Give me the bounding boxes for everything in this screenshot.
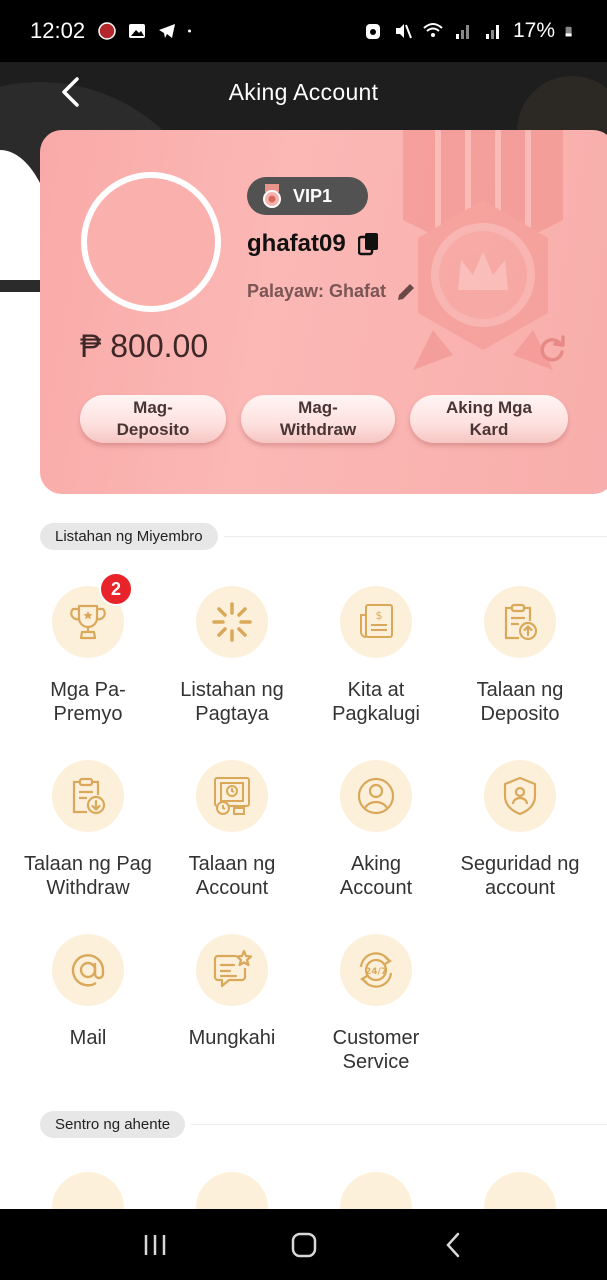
vip-level: VIP1 bbox=[293, 185, 333, 206]
status-time: 12:02 bbox=[30, 18, 86, 43]
divider bbox=[223, 536, 607, 537]
back-arrow-icon bbox=[445, 1232, 459, 1257]
nickname-row: Palayaw: Ghafat bbox=[247, 281, 416, 302]
menu-item-label: Talaan ng Account bbox=[188, 853, 276, 899]
members-section-header: Listahan ng Miyembro bbox=[40, 523, 607, 550]
wifi-icon bbox=[423, 23, 443, 37]
icon-circle bbox=[52, 934, 124, 1006]
menu-item-mail[interactable]: Mail bbox=[16, 934, 160, 1108]
user-icon bbox=[357, 777, 395, 815]
icon-circle bbox=[196, 760, 268, 832]
navigation-bar: Aking Account bbox=[0, 62, 607, 122]
menu-item-label: Seguridad ng account bbox=[460, 853, 580, 899]
menu-item-label: Talaan ng Pag Withdraw bbox=[24, 853, 152, 899]
card-actions: Mag- Deposito Mag- Withdraw Aking Mga Ka… bbox=[80, 395, 568, 443]
agent-section-header: Sentro ng ahente bbox=[40, 1111, 607, 1138]
shield-user-icon bbox=[503, 776, 537, 816]
account-card: VIP1 ghafat09 Palayaw: Ghafat ₱ 800.00 M… bbox=[40, 130, 607, 494]
members-grid: 2 Mga Pa- Premyo Listahan ng Pagtaya $ K… bbox=[16, 572, 592, 1108]
alarm-icon bbox=[365, 24, 380, 39]
clipboard-download-icon bbox=[72, 777, 106, 815]
home-button[interactable] bbox=[279, 1220, 329, 1270]
icon-circle bbox=[52, 760, 124, 832]
username-row: ghafat09 bbox=[247, 230, 380, 258]
copy-icon[interactable] bbox=[357, 232, 380, 256]
system-back-button[interactable] bbox=[428, 1220, 478, 1270]
avatar[interactable] bbox=[81, 172, 221, 312]
page-title: Aking Account bbox=[228, 78, 379, 105]
svg-text:$: $ bbox=[376, 609, 383, 622]
menu-item-feedback[interactable]: Mungkahi bbox=[160, 934, 304, 1108]
app-icon bbox=[98, 22, 116, 40]
gallery-icon bbox=[129, 24, 146, 38]
battery-icon bbox=[565, 26, 572, 37]
status-bar: 12:02 17% bbox=[0, 0, 607, 62]
sparkle-icon bbox=[212, 602, 252, 642]
icon-circle: 24/7 bbox=[340, 934, 412, 1006]
icon-circle bbox=[340, 760, 412, 832]
menu-item-rewards[interactable]: 2 Mga Pa- Premyo bbox=[16, 572, 160, 760]
balance: ₱ 800.00 bbox=[80, 328, 209, 364]
medal-watermark-icon bbox=[403, 130, 563, 370]
menu-item-deposit-record[interactable]: Talaan ng Deposito bbox=[448, 586, 592, 760]
recent-apps-icon bbox=[144, 1234, 165, 1255]
notification-icons bbox=[97, 21, 197, 41]
refresh-icon[interactable] bbox=[537, 335, 567, 365]
menu-item-profit-loss[interactable]: $ Kita at Pagkalugi bbox=[304, 586, 448, 760]
telegram-icon bbox=[159, 24, 176, 38]
account-record-icon bbox=[214, 777, 250, 815]
nickname: Palayaw: Ghafat bbox=[247, 281, 387, 301]
back-button[interactable] bbox=[52, 74, 88, 110]
my-cards-button[interactable]: Aking Mga Kard bbox=[410, 395, 568, 443]
at-sign-icon bbox=[71, 954, 105, 987]
recent-apps-button[interactable] bbox=[130, 1220, 180, 1270]
trophy-icon bbox=[70, 604, 106, 640]
menu-item-my-account[interactable]: Aking Account bbox=[304, 760, 448, 934]
battery-percent: 17% bbox=[512, 19, 555, 42]
menu-item-label: Kita at Pagkalugi bbox=[332, 679, 420, 725]
vip-badge[interactable]: VIP1 bbox=[247, 177, 368, 215]
menu-item-withdraw-record[interactable]: Talaan ng Pag Withdraw bbox=[16, 760, 160, 934]
receipt-icon: $ bbox=[360, 604, 393, 638]
vip-medal-icon bbox=[263, 184, 281, 208]
icon-circle bbox=[484, 586, 556, 658]
section-title: Listahan ng Miyembro bbox=[40, 523, 218, 550]
icon-circle bbox=[196, 586, 268, 658]
withdraw-button[interactable]: Mag- Withdraw bbox=[241, 395, 395, 443]
menu-item-label: Aking Account bbox=[339, 853, 413, 899]
clipboard-upload-icon bbox=[504, 603, 538, 641]
mute-icon bbox=[395, 24, 412, 39]
signal-icon bbox=[455, 25, 469, 39]
system-status: 17% bbox=[363, 19, 577, 43]
username: ghafat09 bbox=[247, 230, 346, 257]
icon-circle bbox=[196, 934, 268, 1006]
section-title: Sentro ng ahente bbox=[40, 1111, 186, 1138]
signal-icon bbox=[485, 25, 499, 39]
support-24-7-icon: 24/7 bbox=[359, 952, 393, 988]
icon-circle bbox=[484, 760, 556, 832]
menu-item-label: Listahan ng Pagtaya bbox=[180, 679, 284, 725]
menu-item-label: Talaan ng Deposito bbox=[476, 679, 564, 725]
menu-item-label: Mungkahi bbox=[188, 1027, 276, 1049]
menu-item-account-record[interactable]: Talaan ng Account bbox=[160, 760, 304, 934]
menu-item-bet-list[interactable]: Listahan ng Pagtaya bbox=[160, 586, 304, 760]
icon-circle: $ bbox=[340, 586, 412, 658]
chevron-left-icon bbox=[62, 77, 79, 107]
menu-item-account-security[interactable]: Seguridad ng account bbox=[448, 760, 592, 934]
divider bbox=[191, 1124, 607, 1125]
menu-item-customer-service[interactable]: 24/7 Customer Service bbox=[304, 934, 448, 1108]
edit-pencil-icon[interactable] bbox=[396, 282, 416, 302]
deposit-button[interactable]: Mag- Deposito bbox=[80, 395, 226, 443]
feedback-icon bbox=[213, 949, 253, 988]
menu-item-label: Customer Service bbox=[332, 1027, 420, 1073]
menu-item-label: Mga Pa- Premyo bbox=[50, 679, 126, 725]
dot-icon bbox=[188, 29, 192, 33]
notification-badge: 2 bbox=[99, 572, 133, 606]
home-icon bbox=[291, 1232, 316, 1257]
svg-text:24/7: 24/7 bbox=[365, 967, 387, 977]
system-navigation-bar bbox=[0, 1209, 607, 1280]
menu-item-label: Mail bbox=[69, 1027, 107, 1049]
